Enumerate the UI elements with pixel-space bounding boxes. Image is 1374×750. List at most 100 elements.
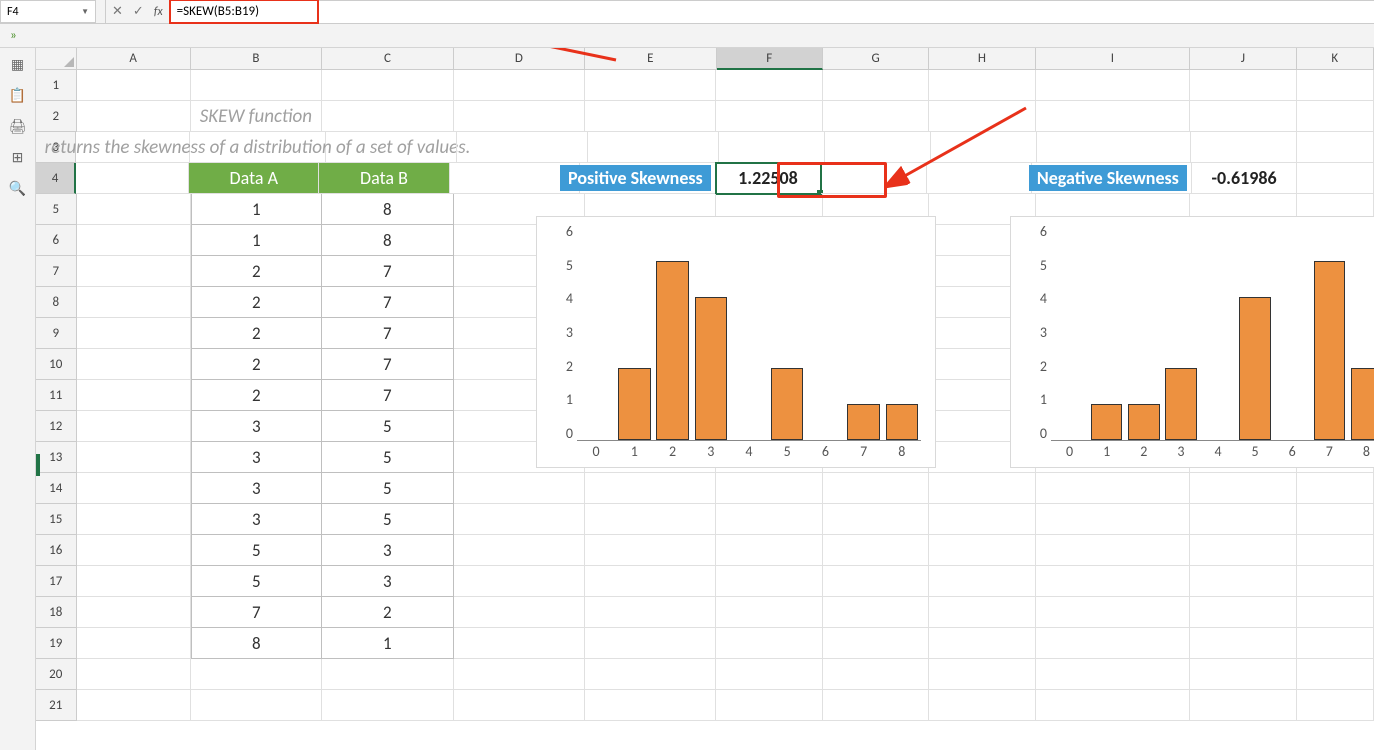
cell-F14[interactable] [716,473,822,504]
row-header-4[interactable]: 4 [36,163,76,194]
cell-B13[interactable]: 3 [191,442,322,473]
cell-H16[interactable] [929,535,1035,566]
cell-F15[interactable] [716,504,822,535]
cell-A7[interactable] [77,256,191,287]
spreadsheet-grid[interactable]: A B C D E F G H I J K 12SKEW function3re… [36,48,1374,750]
cell-A5[interactable] [77,194,191,225]
row-header-17[interactable]: 17 [36,566,77,597]
cell-B12[interactable]: 3 [191,411,322,442]
cell-F2[interactable] [716,101,822,132]
side-icon-1[interactable]: ▦ [11,56,24,73]
col-header-K[interactable]: K [1297,48,1374,70]
cell-I1[interactable] [1036,70,1191,101]
cell-E17[interactable] [585,566,716,597]
cell-I15[interactable] [1036,504,1191,535]
cell-C13[interactable]: 5 [322,442,453,473]
cell-C6[interactable]: 8 [322,225,453,256]
ribbon-expand-icon[interactable]: » [10,28,17,43]
row-header-5[interactable]: 5 [36,194,77,225]
cell-J20[interactable] [1190,659,1296,690]
cell-G17[interactable] [823,566,929,597]
cell-A9[interactable] [77,318,191,349]
cell-E21[interactable] [585,690,716,721]
cell-A19[interactable] [77,628,191,659]
cell-E4[interactable]: Positive Skewness [580,163,716,194]
cell-H1[interactable] [929,70,1035,101]
row-header-8[interactable]: 8 [36,287,77,318]
cell-K14[interactable] [1297,473,1374,504]
cell-D21[interactable] [454,690,585,721]
cell-C1[interactable] [322,70,453,101]
cell-K17[interactable] [1297,566,1374,597]
cell-C3[interactable] [326,132,457,163]
cell-A8[interactable] [77,287,191,318]
col-header-G[interactable]: G [823,48,929,70]
cell-C12[interactable]: 5 [322,411,453,442]
cell-I18[interactable] [1036,597,1191,628]
cell-B7[interactable]: 2 [191,256,322,287]
side-icon-5[interactable]: 🔍 [9,180,26,197]
cell-D20[interactable] [454,659,585,690]
formula-bar-rest[interactable] [319,0,1374,23]
cell-A2[interactable] [77,101,191,132]
cell-B10[interactable]: 2 [191,349,322,380]
cell-H17[interactable] [929,566,1035,597]
cell-B18[interactable]: 7 [191,597,322,628]
cell-D14[interactable] [454,473,585,504]
cell-F16[interactable] [716,535,822,566]
cell-H21[interactable] [929,690,1035,721]
cell-I17[interactable] [1036,566,1191,597]
row-header-14[interactable]: 14 [36,473,77,504]
row-header-9[interactable]: 9 [36,318,77,349]
cell-J19[interactable] [1190,628,1296,659]
cell-B9[interactable]: 2 [191,318,322,349]
cell-A21[interactable] [77,690,191,721]
col-header-J[interactable]: J [1190,48,1296,70]
cell-A10[interactable] [77,349,191,380]
col-header-H[interactable]: H [929,48,1035,70]
cell-D18[interactable] [454,597,585,628]
cell-C10[interactable]: 7 [322,349,453,380]
cell-F18[interactable] [716,597,822,628]
cell-K2[interactable] [1297,101,1374,132]
cell-J3[interactable] [1191,132,1297,163]
cell-A12[interactable] [77,411,191,442]
cell-A15[interactable] [77,504,191,535]
cell-C21[interactable] [322,690,453,721]
cell-D16[interactable] [454,535,585,566]
cell-H18[interactable] [929,597,1035,628]
cell-B3[interactable]: returns the skewness of a distribution o… [190,132,326,163]
cell-C5[interactable]: 8 [322,194,453,225]
cell-A13[interactable] [77,442,191,473]
cell-J2[interactable] [1190,101,1296,132]
cell-C16[interactable]: 3 [322,535,453,566]
cell-A4[interactable] [76,163,189,194]
cell-B4[interactable]: Data A [189,163,319,194]
cell-C8[interactable]: 7 [322,287,453,318]
col-header-A[interactable]: A [77,48,191,70]
cell-J21[interactable] [1190,690,1296,721]
row-header-15[interactable]: 15 [36,504,77,535]
cell-F21[interactable] [716,690,822,721]
cell-B20[interactable] [191,659,322,690]
cell-B21[interactable] [191,690,322,721]
cell-B2[interactable]: SKEW function [191,101,322,132]
cell-F19[interactable] [716,628,822,659]
cell-J17[interactable] [1190,566,1296,597]
cell-A17[interactable] [77,566,191,597]
cell-F17[interactable] [716,566,822,597]
row-header-13[interactable]: 13 [36,442,77,473]
cell-C7[interactable]: 7 [322,256,453,287]
cell-H15[interactable] [929,504,1035,535]
cell-G21[interactable] [823,690,929,721]
cell-I16[interactable] [1036,535,1191,566]
row-header-18[interactable]: 18 [36,597,77,628]
cell-G19[interactable] [823,628,929,659]
cell-K3[interactable] [1297,132,1374,163]
side-icon-2[interactable]: 📋 [9,87,26,104]
row-header-11[interactable]: 11 [36,380,77,411]
cell-E19[interactable] [585,628,716,659]
cell-C18[interactable]: 2 [322,597,453,628]
cell-J14[interactable] [1190,473,1296,504]
cell-I4[interactable]: Negative Skewness [1032,163,1192,194]
